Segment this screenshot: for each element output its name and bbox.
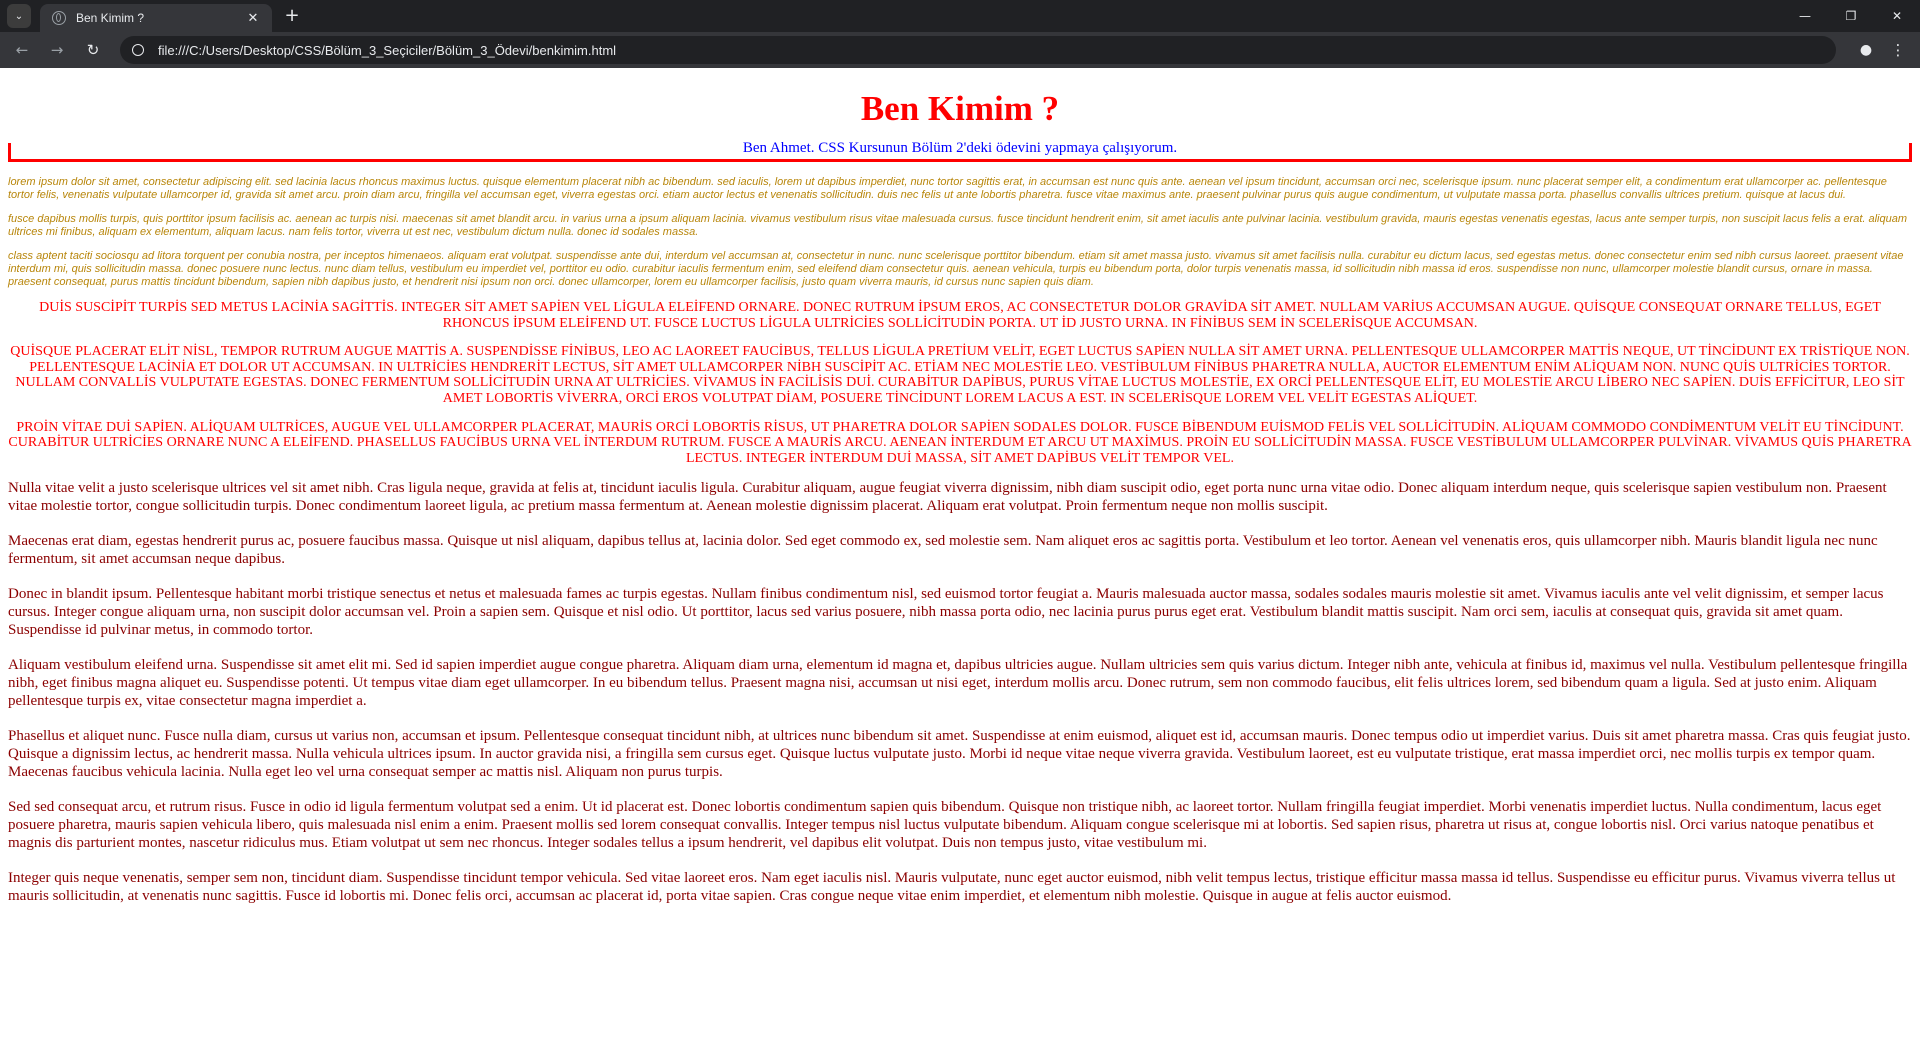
globe-icon	[52, 11, 66, 25]
body-paragraph: Donec in blandit ipsum. Pellentesque hab…	[8, 586, 1884, 639]
kebab-menu-icon[interactable]: ⋮	[1888, 40, 1908, 60]
body-paragraph: Aliquam vestibulum eleifend urna. Suspen…	[8, 657, 1908, 710]
page-title: Ben Kimim ?	[860, 89, 1060, 128]
italic-paragraph: lorem ipsum dolor sit amet, consectetur …	[8, 176, 1887, 201]
url-text[interactable]: file:///C:/Users/Desktop/CSS/Bölüm_3_Seç…	[158, 43, 616, 58]
browser-tab[interactable]: Ben Kimim ? ✕	[40, 4, 272, 32]
arrow-left-icon[interactable]: ←	[10, 38, 34, 62]
body-paragraph: Sed sed consequat arcu, et rutrum risus.…	[8, 799, 1882, 852]
plus-icon[interactable]: +	[280, 5, 304, 27]
browser-toolbar: ← → ↻ file:///C:/Users/Desktop/CSS/Bölüm…	[0, 32, 1920, 68]
body-paragraph: Integer quis neque venenatis, semper sem…	[8, 870, 1896, 905]
uppercase-paragraph: QUİSQUE PLACERAT ELİT NİSL, TEMPOR RUTRU…	[10, 344, 1910, 406]
window-close-icon[interactable]: ✕	[1874, 0, 1920, 32]
page-content: Ben Kimim ? Ben Ahmet. CSS Kursunun Bölü…	[0, 68, 1920, 905]
profile-icon[interactable]: ●	[1856, 40, 1876, 60]
uppercase-paragraph: PROİN VİTAE DUİ SAPİEN. ALİQUAM ULTRİCES…	[8, 419, 1912, 466]
intro-box: Ben Ahmet. CSS Kursunun Bölüm 2'deki öde…	[8, 140, 1912, 162]
body-paragraph: Nulla vitae velit a justo scelerisque ul…	[8, 480, 1887, 515]
browser-tab-bar: ⌄ Ben Kimim ? ✕ + — ❐ ✕	[0, 0, 1920, 32]
uppercase-paragraph: DUİS SUSCİPİT TURPİS SED METUS LACİNİA S…	[39, 300, 1881, 331]
window-controls: — ❐ ✕	[1782, 0, 1920, 32]
close-icon[interactable]: ✕	[244, 11, 262, 26]
restore-icon[interactable]: ❐	[1828, 0, 1874, 32]
arrow-right-icon[interactable]: →	[45, 38, 69, 62]
intro-text: Ben Ahmet. CSS Kursunun Bölüm 2'deki öde…	[742, 140, 1178, 156]
address-bar[interactable]: file:///C:/Users/Desktop/CSS/Bölüm_3_Seç…	[120, 36, 1836, 64]
reload-icon[interactable]: ↻	[81, 38, 105, 62]
body-paragraph: Phasellus et aliquet nunc. Fusce nulla d…	[8, 728, 1911, 781]
minimize-icon[interactable]: —	[1782, 0, 1828, 32]
site-info-icon[interactable]	[132, 44, 144, 56]
chevron-down-icon[interactable]: ⌄	[7, 4, 31, 28]
tab-title: Ben Kimim ?	[76, 11, 145, 25]
italic-paragraph: fusce dapibus mollis turpis, quis portti…	[8, 213, 1908, 238]
body-paragraph: Maecenas erat diam, egestas hendrerit pu…	[8, 533, 1878, 568]
italic-paragraph: class aptent taciti sociosqu ad litora t…	[8, 250, 1904, 288]
